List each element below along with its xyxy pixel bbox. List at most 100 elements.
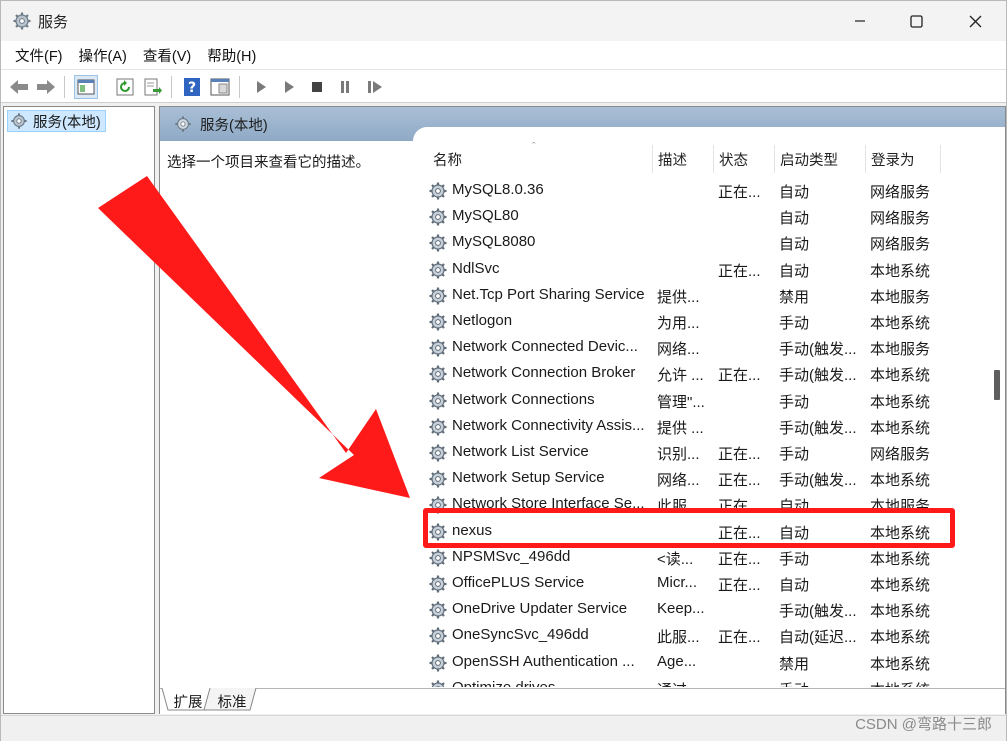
service-logon-as: 本地系统 [870,679,950,687]
services-pane: 服务(本地) 选择一个项目来查看它的描述。 ˆ 名称 描述 状态 启动类型 登录… [159,106,1006,714]
service-startup-type: 自动 [779,184,810,201]
service-logon-as: 网络服务 [870,236,931,254]
service-status: 正在... [718,184,761,201]
start-service-alt-button[interactable] [277,75,301,99]
service-row[interactable]: Optimize drives 通过... 手动本地系统 [415,676,955,687]
service-startup-type: 自动 [779,577,810,594]
service-row[interactable]: Network Connections 管理"... 手动 本地系统 [415,388,955,414]
service-name: Optimize drives [452,679,650,687]
service-gear-icon [428,600,448,620]
column-header-status[interactable]: 状态 [719,145,748,173]
help-button[interactable]: ? [180,75,204,99]
service-row[interactable]: Netlogon 为用... 手动 本地系统 [415,309,955,335]
column-header-logon-as[interactable]: 登录为 [871,145,915,173]
sort-indicator: ˆ [532,141,536,153]
menu-action[interactable]: 操作(A) [71,45,135,66]
show-hide-console-tree-button[interactable] [74,75,98,99]
column-header-startup-type[interactable]: 启动类型 [780,145,838,173]
tab-standard[interactable]: 标准 [212,689,252,713]
help-icon: ? [184,78,200,96]
stop-service-button[interactable] [305,75,329,99]
service-row[interactable]: OfficePLUS Service Micr... 正在... 自动 本地系统 [415,571,955,597]
tab-extended[interactable]: 扩展 [168,689,208,713]
service-row[interactable]: Network Connection Broker 允许 ... 正在... 手动(触… [415,361,955,387]
service-row[interactable]: Network Store Interface Se... 此服... 正在... 自… [415,492,955,518]
service-row[interactable]: MySQL8080 自动 网络服务 [415,230,955,256]
minimize-button[interactable] [832,1,888,41]
service-row[interactable]: OneSyncSvc_496dd 此服... 正在... 自动(延迟... 本地系统 [415,623,955,649]
menu-file[interactable]: 文件(F) [7,45,71,66]
service-description: 提供 ... [657,419,704,437]
toolbar-separator [171,76,172,98]
service-gear-icon [428,260,448,280]
service-logon-as: 本地系统 [870,603,931,621]
resume-service-button[interactable] [363,75,387,99]
start-service-alt-icon [285,81,294,93]
refresh-button[interactable] [113,75,137,99]
export-list-button[interactable] [141,75,165,99]
service-name: OneSyncSvc_496dd [452,626,589,644]
toolbar: ? [1,69,1006,103]
start-service-button[interactable] [249,75,273,99]
service-name: Network Setup Service [452,469,605,487]
column-header-name[interactable]: 名称 [433,145,462,173]
resume-service-icon [368,81,382,93]
service-logon-as: 本地服务 [870,288,931,306]
column-divider[interactable] [774,145,775,173]
service-status: 正在... [718,550,761,568]
service-description: 管理"... [657,393,705,411]
service-row[interactable]: OpenSSH Authentication ... Age... 禁用 本地系统 [415,650,955,676]
service-startup-type: 手动(触发... [779,472,857,490]
service-status: 正在... [718,262,761,280]
service-row[interactable]: OneDrive Updater Service Keep... 手动(触发... 本… [415,597,955,623]
service-row[interactable]: Network Connected Devic... 网络... 手动(触发... 本… [415,335,955,361]
column-divider[interactable] [865,145,866,173]
service-logon-as: 本地系统 [870,524,931,542]
service-startup-type: 禁用 [779,655,810,673]
properties-button[interactable] [208,75,232,99]
service-row[interactable]: Network Setup Service 网络... 正在... 手动(触发... 本… [415,466,955,492]
service-logon-as: 本地系统 [870,262,931,280]
service-name: OfficePLUS Service [452,574,585,591]
pause-service-button[interactable] [333,75,357,99]
service-gear-icon [428,443,448,463]
vertical-scrollbar[interactable] [989,141,1003,687]
column-divider[interactable] [713,145,714,173]
service-gear-icon [428,574,448,594]
service-row[interactable]: Network List Service 识别... 正在... 手动 网络服务 [415,440,955,466]
column-divider[interactable] [652,145,653,173]
export-list-icon [144,78,162,96]
service-name: OpenSSH Authentication ... [452,652,635,670]
service-description: <读... [657,550,694,568]
menu-view[interactable]: 查看(V) [135,45,199,66]
service-description: 为用... [657,315,700,332]
column-header-description[interactable]: 描述 [658,145,687,173]
service-row[interactable]: Network Connectivity Assis... 提供 ... 手动(触发… [415,414,955,440]
service-status: 正在... [718,472,761,490]
services-list: ˆ 名称 描述 状态 启动类型 登录为 MySQL8.0.36 正在... 自动 网络… [415,141,1005,687]
maximize-button[interactable] [888,1,944,41]
service-row[interactable]: MySQL80 自动 网络服务 [415,204,955,230]
service-row[interactable]: Net.Tcp Port Sharing Service 提供... 禁用 本地服务 [415,283,955,309]
back-button[interactable] [7,75,31,99]
services-gear-icon [175,116,191,132]
service-row[interactable]: MySQL8.0.36 正在... 自动 网络服务 [415,178,955,204]
scrollbar-thumb[interactable] [994,370,1000,400]
view-tabs: 扩展 标准 [160,688,1005,714]
service-startup-type: 手动 [779,393,810,411]
column-divider[interactable] [940,145,941,173]
service-startup-type: 手动(触发... [779,367,857,385]
forward-button[interactable] [34,75,58,99]
services-window: 服务 文件(F) 操作(A) 查看(V) 帮助(H) ? 服务(本地) 服务(本… [0,0,1007,741]
service-row[interactable]: NPSMSvc_496dd <读... 正在... 手动 本地系统 [415,545,955,571]
service-row[interactable]: nexus 正在... 自动 本地系统 [415,519,955,545]
service-row[interactable]: NdlSvc 正在... 自动 本地系统 [415,257,955,283]
service-gear-icon [428,653,448,673]
close-button[interactable] [947,1,1003,41]
tree-node-services-local[interactable]: 服务(本地) [7,110,106,132]
pause-service-icon [341,81,349,93]
service-name: Network Connections [452,390,595,408]
menu-help[interactable]: 帮助(H) [199,45,264,66]
service-logon-as: 本地系统 [870,367,931,385]
back-arrow-icon [10,80,28,94]
